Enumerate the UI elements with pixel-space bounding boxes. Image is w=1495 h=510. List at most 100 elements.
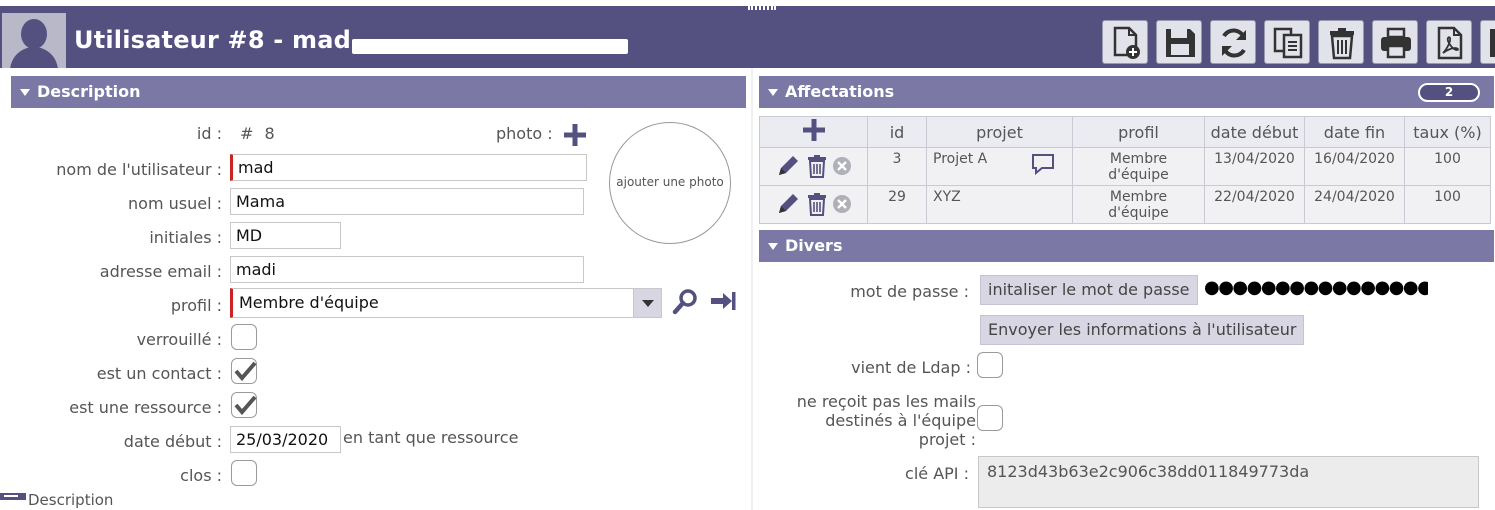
checkmark-icon	[234, 361, 256, 382]
pencil-icon	[778, 156, 798, 175]
title-redaction	[352, 39, 628, 54]
save-button[interactable]	[1156, 20, 1202, 64]
clos-label: clos :	[180, 466, 222, 485]
copy-button[interactable]	[1264, 20, 1310, 64]
section-divers-header[interactable]: Divers	[759, 230, 1494, 262]
delete-button[interactable]	[1318, 20, 1364, 64]
row-date-fin: 16/04/2020	[1304, 147, 1405, 186]
profil-select[interactable]: Membre d'équipe	[230, 288, 662, 318]
no-mail-label-line-2: destinés à l'équipe	[825, 411, 976, 430]
pencil-icon	[778, 194, 798, 213]
contact-label: est un contact :	[96, 364, 222, 383]
section-divers-title: Divers	[785, 236, 843, 255]
affectations-count-badge: 2	[1418, 83, 1480, 102]
api-key-label: clé API :	[905, 464, 969, 483]
column-header-date-debut[interactable]: date début	[1204, 116, 1305, 148]
nom-usuel-redaction	[285, 191, 385, 211]
email-redaction	[284, 259, 434, 279]
initiales-input[interactable]: MD	[230, 222, 341, 249]
floppy-disk-icon	[1166, 29, 1195, 57]
section-description-title: Description	[37, 82, 141, 101]
toolbar	[1102, 20, 1495, 64]
ldap-checkbox[interactable]	[977, 352, 1003, 378]
row-projet: XYZ	[926, 185, 1073, 224]
row-id: 3	[867, 147, 927, 186]
add-affectation-button[interactable]	[759, 116, 868, 148]
date-debut-label: date début :	[123, 432, 222, 451]
page-header: Utilisateur #8 - mad	[0, 6, 1495, 68]
row-taux: 100	[1404, 147, 1491, 186]
initiales-label: initiales :	[149, 228, 222, 247]
row-profil: Membre d'équipe	[1072, 147, 1205, 186]
table-row[interactable]: 29 XYZ Membre d'équipe 22/04/2020 24/04/…	[759, 185, 1491, 224]
date-debut-input[interactable]: 25/03/2020	[230, 426, 341, 453]
goto-arrow-icon[interactable]	[709, 289, 737, 313]
table-row[interactable]: 3 Projet A Membre d'équipe 13/04/2020 16…	[759, 147, 1491, 186]
row-projet-text: Projet A	[933, 151, 988, 167]
bottom-section-tab-label: Description	[28, 491, 114, 509]
plus-icon	[802, 119, 825, 141]
row-date-debut: 22/04/2020	[1204, 185, 1305, 224]
send-info-button[interactable]: Envoyer les informations à l'utilisateur	[980, 315, 1305, 345]
section-affectations-header[interactable]: Affectations 2	[759, 76, 1494, 108]
close-circle-icon	[832, 195, 851, 213]
ressource-checkbox[interactable]	[231, 392, 257, 418]
new-file-button[interactable]	[1102, 20, 1148, 64]
chevron-down-icon[interactable]	[633, 289, 661, 317]
row-id: 29	[867, 185, 927, 224]
photo-placeholder[interactable]: ajouter une photo	[609, 122, 731, 244]
printer-icon	[1381, 27, 1411, 59]
column-header-profil[interactable]: profil	[1072, 116, 1205, 148]
nom-usuel-input[interactable]: Mama	[230, 188, 584, 215]
pdf-icon	[1437, 26, 1463, 60]
resize-grip[interactable]	[748, 6, 776, 10]
init-password-button[interactable]: initaliser le mot de passe	[980, 275, 1198, 305]
close-row-button[interactable]	[832, 156, 852, 180]
row-date-fin: 24/04/2020	[1304, 185, 1405, 224]
close-circle-icon	[832, 157, 851, 175]
nom-usuel-label: nom usuel :	[128, 194, 222, 213]
bottom-section-tab[interactable]: Description	[0, 490, 113, 510]
ldap-label: vient de Ldap :	[851, 358, 971, 377]
nom-label: nom de l'utilisateur :	[56, 160, 222, 179]
section-affectations-title: Affectations	[785, 82, 895, 101]
section-description-header[interactable]: Description	[11, 76, 746, 108]
column-header-id[interactable]: id	[867, 116, 927, 148]
verrouille-label: verrouillé :	[136, 330, 222, 349]
user-avatar-icon	[2, 13, 66, 68]
trash-icon	[807, 155, 826, 178]
pdf-button[interactable]	[1426, 20, 1472, 64]
password-mask: ●●●●●●●●●●●●●●●●●●●●●●●●●	[1204, 280, 1428, 296]
no-mail-checkbox[interactable]	[977, 405, 1003, 431]
refresh-icon	[1222, 28, 1246, 58]
delete-row-button[interactable]	[806, 192, 828, 220]
partial-icon	[1490, 29, 1495, 57]
column-header-taux[interactable]: taux (%)	[1404, 116, 1491, 148]
no-mail-label-line-3: projet :	[918, 430, 976, 449]
edit-button[interactable]	[776, 192, 802, 220]
refresh-button[interactable]	[1210, 20, 1256, 64]
page-title: Utilisateur #8 - mad	[74, 26, 352, 54]
column-header-date-fin[interactable]: date fin	[1304, 116, 1405, 148]
verrouille-checkbox[interactable]	[231, 324, 257, 350]
column-header-projet[interactable]: projet	[926, 116, 1073, 148]
row-projet: Projet A	[926, 147, 1073, 186]
checkmark-icon	[234, 395, 256, 416]
table-header-row: id projet profil date début date fin tau…	[759, 116, 1491, 148]
photo-label: photo :	[496, 124, 553, 143]
copy-documents-icon	[1273, 27, 1303, 59]
api-key-field[interactable]: 8123d43b63e2c906c38dd011849773da	[978, 456, 1479, 508]
search-icon[interactable]	[672, 287, 700, 315]
row-profil: Membre d'équipe	[1072, 185, 1205, 224]
add-photo-icon[interactable]	[562, 122, 588, 148]
column-splitter[interactable]	[751, 68, 753, 510]
new-document-icon	[1113, 26, 1140, 59]
more-button[interactable]	[1480, 20, 1495, 64]
comment-icon[interactable]	[1030, 152, 1056, 176]
close-row-button[interactable]	[832, 194, 852, 218]
delete-row-button[interactable]	[806, 154, 828, 182]
print-button[interactable]	[1372, 20, 1418, 64]
edit-button[interactable]	[776, 154, 802, 182]
clos-checkbox[interactable]	[231, 460, 257, 486]
contact-checkbox[interactable]	[231, 358, 257, 384]
